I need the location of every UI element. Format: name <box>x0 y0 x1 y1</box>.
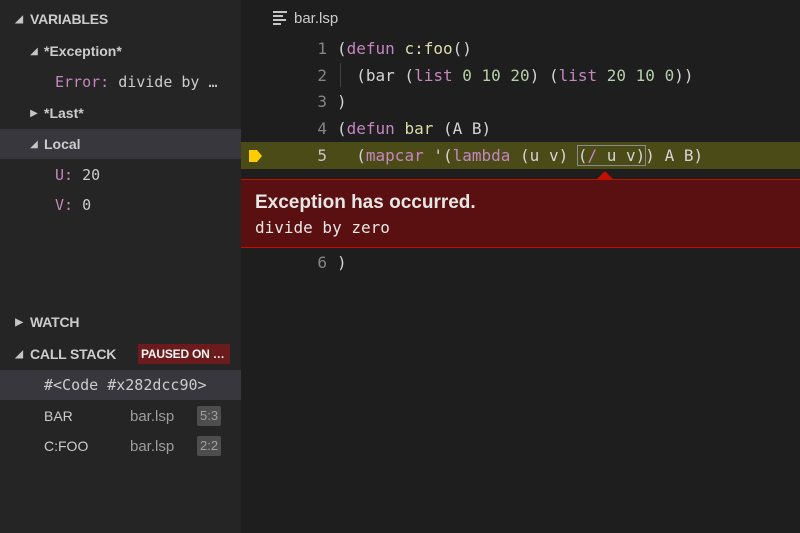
call-stack-frame[interactable]: C:FOO bar.lsp 2:2 <box>0 431 241 461</box>
scope-local-label: Local <box>44 136 81 152</box>
code-line[interactable]: 6 ) <box>241 249 800 276</box>
frame-name: C:FOO <box>44 438 89 454</box>
exception-pointer <box>597 171 613 179</box>
variable-name: Error: <box>55 73 110 91</box>
call-stack-header-label: CALL STACK <box>30 346 117 362</box>
code-text: ) <box>337 253 347 272</box>
chevron-right-icon: ▶ <box>30 107 38 119</box>
variables-section-header[interactable]: ◢ VARIABLES <box>0 4 241 34</box>
call-stack-frame[interactable]: #<Code #x282dcc90> <box>0 370 241 400</box>
variable-name: V: <box>55 196 74 214</box>
variable-value: 0 <box>82 196 92 214</box>
frame-location-badge: 2:2 <box>197 436 222 456</box>
variable-error[interactable]: Error: divide by … <box>0 67 241 97</box>
chevron-down-icon: ◢ <box>30 45 38 57</box>
exception-widget: Exception has occurred. divide by zero <box>241 179 800 248</box>
call-stack-section-header[interactable]: ◢ CALL STACK PAUSED ON … <box>0 339 241 369</box>
scope-local[interactable]: ◢ Local <box>0 129 241 159</box>
editor-breadcrumb: bar.lsp <box>241 0 800 32</box>
variable-u[interactable]: U: 20 <box>0 160 241 190</box>
variables-header-label: VARIABLES <box>30 11 109 27</box>
file-tab-label[interactable]: bar.lsp <box>294 10 338 27</box>
chevron-right-icon: ▶ <box>15 316 23 328</box>
current-statement-line[interactable]: 5 (mapcar '(lambda (u v) (/ u v)) A B) <box>241 142 800 169</box>
code-text: (bar (list 0 10 20) (list 20 10 0)) <box>337 66 694 85</box>
chevron-down-icon: ◢ <box>30 138 38 150</box>
code-text: (mapcar '(lambda (u v) (/ u v)) A B) <box>337 145 704 166</box>
code-editor[interactable]: bar.lsp 1 (defun c:foo() 2 (bar (list 0 … <box>241 0 800 533</box>
variable-name: U: <box>55 166 74 184</box>
line-number: 5 <box>317 146 327 165</box>
file-lines-icon <box>273 11 287 25</box>
scope-last[interactable]: ▶ *Last* <box>0 98 241 128</box>
scope-exception[interactable]: ◢ *Exception* <box>0 36 241 66</box>
code-text: (defun c:foo() <box>337 39 472 58</box>
watch-header-label: WATCH <box>30 314 80 330</box>
line-number: 2 <box>317 66 327 85</box>
code-text: ) <box>337 92 347 111</box>
exception-message: divide by zero <box>255 218 390 237</box>
chevron-down-icon: ◢ <box>15 13 23 25</box>
exception-title: Exception has occurred. <box>255 192 476 213</box>
frame-name: BAR <box>44 408 73 424</box>
watch-section-header[interactable]: ▶ WATCH <box>0 307 241 337</box>
frame-file: bar.lsp <box>130 437 175 455</box>
variable-value: divide by … <box>118 73 218 91</box>
debug-sidebar: ◢ VARIABLES ◢ *Exception* Error: divide … <box>0 0 241 533</box>
variable-value: 20 <box>82 166 101 184</box>
line-number: 4 <box>317 119 327 138</box>
frame-location-badge: 5:3 <box>197 406 222 426</box>
line-number: 6 <box>317 253 327 272</box>
scope-last-label: *Last* <box>44 105 84 121</box>
code-line[interactable]: 3 ) <box>241 88 800 115</box>
variable-v[interactable]: V: 0 <box>0 190 241 220</box>
call-stack-frame[interactable]: BAR bar.lsp 5:3 <box>0 401 241 431</box>
code-line[interactable]: 4 (defun bar (A B) <box>241 115 800 142</box>
code-line[interactable]: 2 (bar (list 0 10 20) (list 20 10 0)) <box>241 62 800 89</box>
line-number: 3 <box>317 92 327 111</box>
code-line[interactable]: 1 (defun c:foo() <box>241 35 800 62</box>
scope-exception-label: *Exception* <box>44 43 122 59</box>
paused-status-badge: PAUSED ON … <box>138 344 230 364</box>
line-number: 1 <box>317 39 327 58</box>
chevron-down-icon: ◢ <box>15 348 23 360</box>
code-text: (defun bar (A B) <box>337 119 492 138</box>
frame-file: bar.lsp <box>130 407 175 425</box>
frame-name: #<Code #x282dcc90> <box>44 376 207 394</box>
